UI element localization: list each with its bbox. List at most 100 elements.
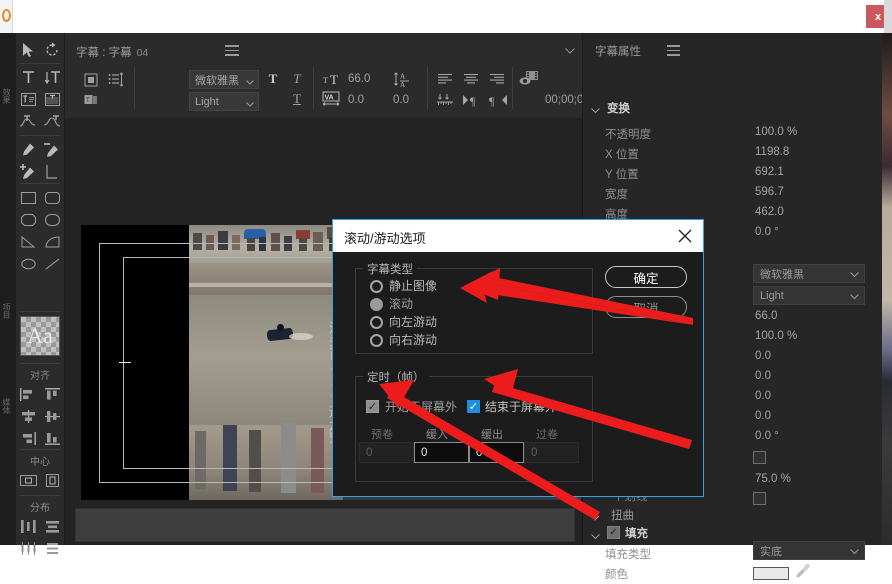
align-left-icon[interactable] — [16, 383, 40, 405]
fill-enable-checkbox[interactable]: ✓ — [607, 526, 620, 539]
section-transform-label[interactable]: 变换 — [607, 100, 630, 116]
type-tool-icon[interactable] — [16, 66, 40, 88]
chevron-down-icon[interactable] — [591, 532, 600, 542]
bold-icon[interactable]: T — [265, 71, 281, 87]
text-anchor-handle[interactable] — [119, 362, 131, 363]
delete-anchor-icon[interactable] — [40, 139, 64, 161]
prop-value-tracking[interactable]: 0.0 — [755, 390, 771, 402]
arc-icon[interactable] — [40, 231, 64, 253]
align-right-icon[interactable] — [16, 427, 40, 449]
rounded-rectangle-icon[interactable] — [40, 187, 64, 209]
align-text-center-icon[interactable] — [461, 71, 481, 87]
chevron-right-icon[interactable] — [594, 512, 600, 523]
align-center-horizontal-icon[interactable] — [16, 405, 40, 427]
panel-menu-icon[interactable] — [225, 45, 239, 57]
kerning-value[interactable]: 0.0 — [393, 94, 409, 106]
distribute-left-icon[interactable] — [16, 515, 40, 537]
rotate-icon[interactable] — [40, 39, 64, 61]
prop-value-opacity[interactable]: 100.0 % — [755, 126, 797, 138]
tool-divider-1 — [20, 63, 60, 64]
roll-crawl-options-icon[interactable]: T — [82, 91, 100, 109]
distribute-center-h-icon[interactable] — [16, 537, 40, 559]
cancel-button[interactable]: 取消 — [605, 296, 687, 318]
center-vertically-icon[interactable] — [40, 469, 64, 491]
section-distort-label[interactable]: 扭曲 — [611, 507, 634, 523]
distribute-top-icon[interactable] — [40, 515, 64, 537]
prop-value-y-position[interactable]: 692.1 — [755, 166, 784, 178]
font-style-select[interactable]: Light — [189, 92, 259, 111]
align-center-vertical-icon[interactable] — [40, 405, 64, 427]
field-preroll[interactable]: 0 — [359, 442, 414, 463]
center-horizontally-icon[interactable] — [16, 469, 40, 491]
prop-checkbox-underline[interactable] — [753, 492, 766, 505]
align-bottom-icon[interactable] — [40, 427, 64, 449]
pen-tool-icon[interactable] — [16, 139, 40, 161]
checkbox-end-offscreen[interactable]: ✓ — [467, 400, 480, 413]
clipped-rectangle-icon[interactable] — [16, 209, 40, 231]
align-top-icon[interactable] — [40, 383, 64, 405]
radio-crawl-left[interactable] — [370, 316, 383, 329]
field-postroll[interactable]: 0 — [524, 442, 579, 463]
tracking-value[interactable]: 0.0 — [348, 94, 364, 106]
prop-value-rotation[interactable]: 0.0 ° — [755, 226, 779, 238]
convert-anchor-icon[interactable] — [40, 161, 64, 183]
show-background-video-icon[interactable] — [518, 69, 540, 89]
ellipse-icon[interactable] — [16, 253, 40, 275]
text-style-swatch[interactable]: Aa — [20, 316, 60, 356]
distribute-center-v-icon[interactable] — [40, 537, 64, 559]
distribute-buttons — [16, 515, 64, 559]
align-text-left-icon[interactable] — [435, 71, 455, 87]
roll-up-icon[interactable]: ¶ — [461, 91, 483, 109]
align-text-right-icon[interactable] — [487, 71, 507, 87]
rectangle-icon[interactable] — [16, 187, 40, 209]
checkbox-start-offscreen[interactable]: ✓ — [366, 400, 379, 413]
topbar-chevron-down-icon[interactable] — [563, 45, 577, 57]
prop-value-height[interactable]: 462.0 — [755, 206, 784, 218]
wedge-icon[interactable] — [40, 209, 64, 231]
selection-arrow-icon[interactable] — [16, 39, 40, 61]
section-fill-label[interactable]: 填充 — [625, 525, 648, 541]
vertical-area-type-tool-icon[interactable] — [40, 88, 64, 110]
field-ease-in[interactable]: 0 — [414, 442, 469, 463]
fill-color-swatch[interactable] — [753, 567, 789, 580]
area-type-tool-icon[interactable] — [16, 88, 40, 110]
field-ease-out[interactable]: 0 — [469, 442, 524, 463]
prop-checkbox-small-caps[interactable] — [753, 451, 766, 464]
prop-value-font-size[interactable]: 66.0 — [755, 310, 777, 322]
prop-value-width[interactable]: 596.7 — [755, 186, 784, 198]
italic-icon[interactable]: T — [289, 71, 305, 87]
prop-value-aspect[interactable]: 100.0 % — [755, 330, 797, 342]
prop-value-small-caps-size[interactable]: 75.0 % — [755, 473, 791, 485]
font-family-select[interactable]: 微软雅黑 — [189, 70, 259, 89]
prop-value-baseline-shift[interactable]: 0.0 — [755, 410, 771, 422]
tab-stops-icon[interactable] — [435, 91, 455, 109]
radio-still-image[interactable] — [370, 280, 383, 293]
chevron-down-icon[interactable] — [591, 106, 600, 116]
ok-button[interactable]: 确定 — [605, 266, 687, 288]
browser-tab-stub[interactable] — [0, 0, 13, 33]
roll-down-icon[interactable]: ¶ — [487, 91, 509, 109]
eyedropper-icon[interactable] — [795, 563, 811, 584]
fill-type-select[interactable]: 实底 — [753, 541, 865, 560]
prop-font-family-select[interactable]: 微软雅黑 — [753, 264, 865, 283]
prop-value-slant[interactable]: 0.0 ° — [755, 430, 779, 442]
text-options-icon[interactable] — [106, 70, 126, 90]
vertical-type-tool-icon[interactable] — [40, 66, 64, 88]
add-anchor-icon[interactable] — [16, 161, 40, 183]
line-icon[interactable] — [40, 253, 64, 275]
radio-crawl-right[interactable] — [370, 334, 383, 347]
prop-value-leading[interactable]: 0.0 — [755, 350, 771, 362]
prop-value-kerning[interactable]: 0.0 — [755, 370, 771, 382]
properties-panel-menu-icon[interactable] — [667, 45, 680, 56]
path-type-tool-icon[interactable] — [16, 110, 40, 132]
font-size-value[interactable]: 66.0 — [348, 73, 370, 85]
prop-font-style-select[interactable]: Light — [753, 286, 865, 305]
triangle-icon[interactable] — [16, 231, 40, 253]
tool-divider-3 — [20, 183, 60, 184]
radio-roll[interactable] — [370, 298, 383, 311]
dialog-close-icon[interactable] — [675, 226, 695, 246]
vertical-path-type-tool-icon[interactable] — [40, 110, 64, 132]
underline-icon[interactable]: T — [289, 91, 305, 107]
title-based-on-template-icon[interactable] — [82, 71, 100, 89]
prop-value-x-position[interactable]: 1198.8 — [755, 146, 789, 158]
